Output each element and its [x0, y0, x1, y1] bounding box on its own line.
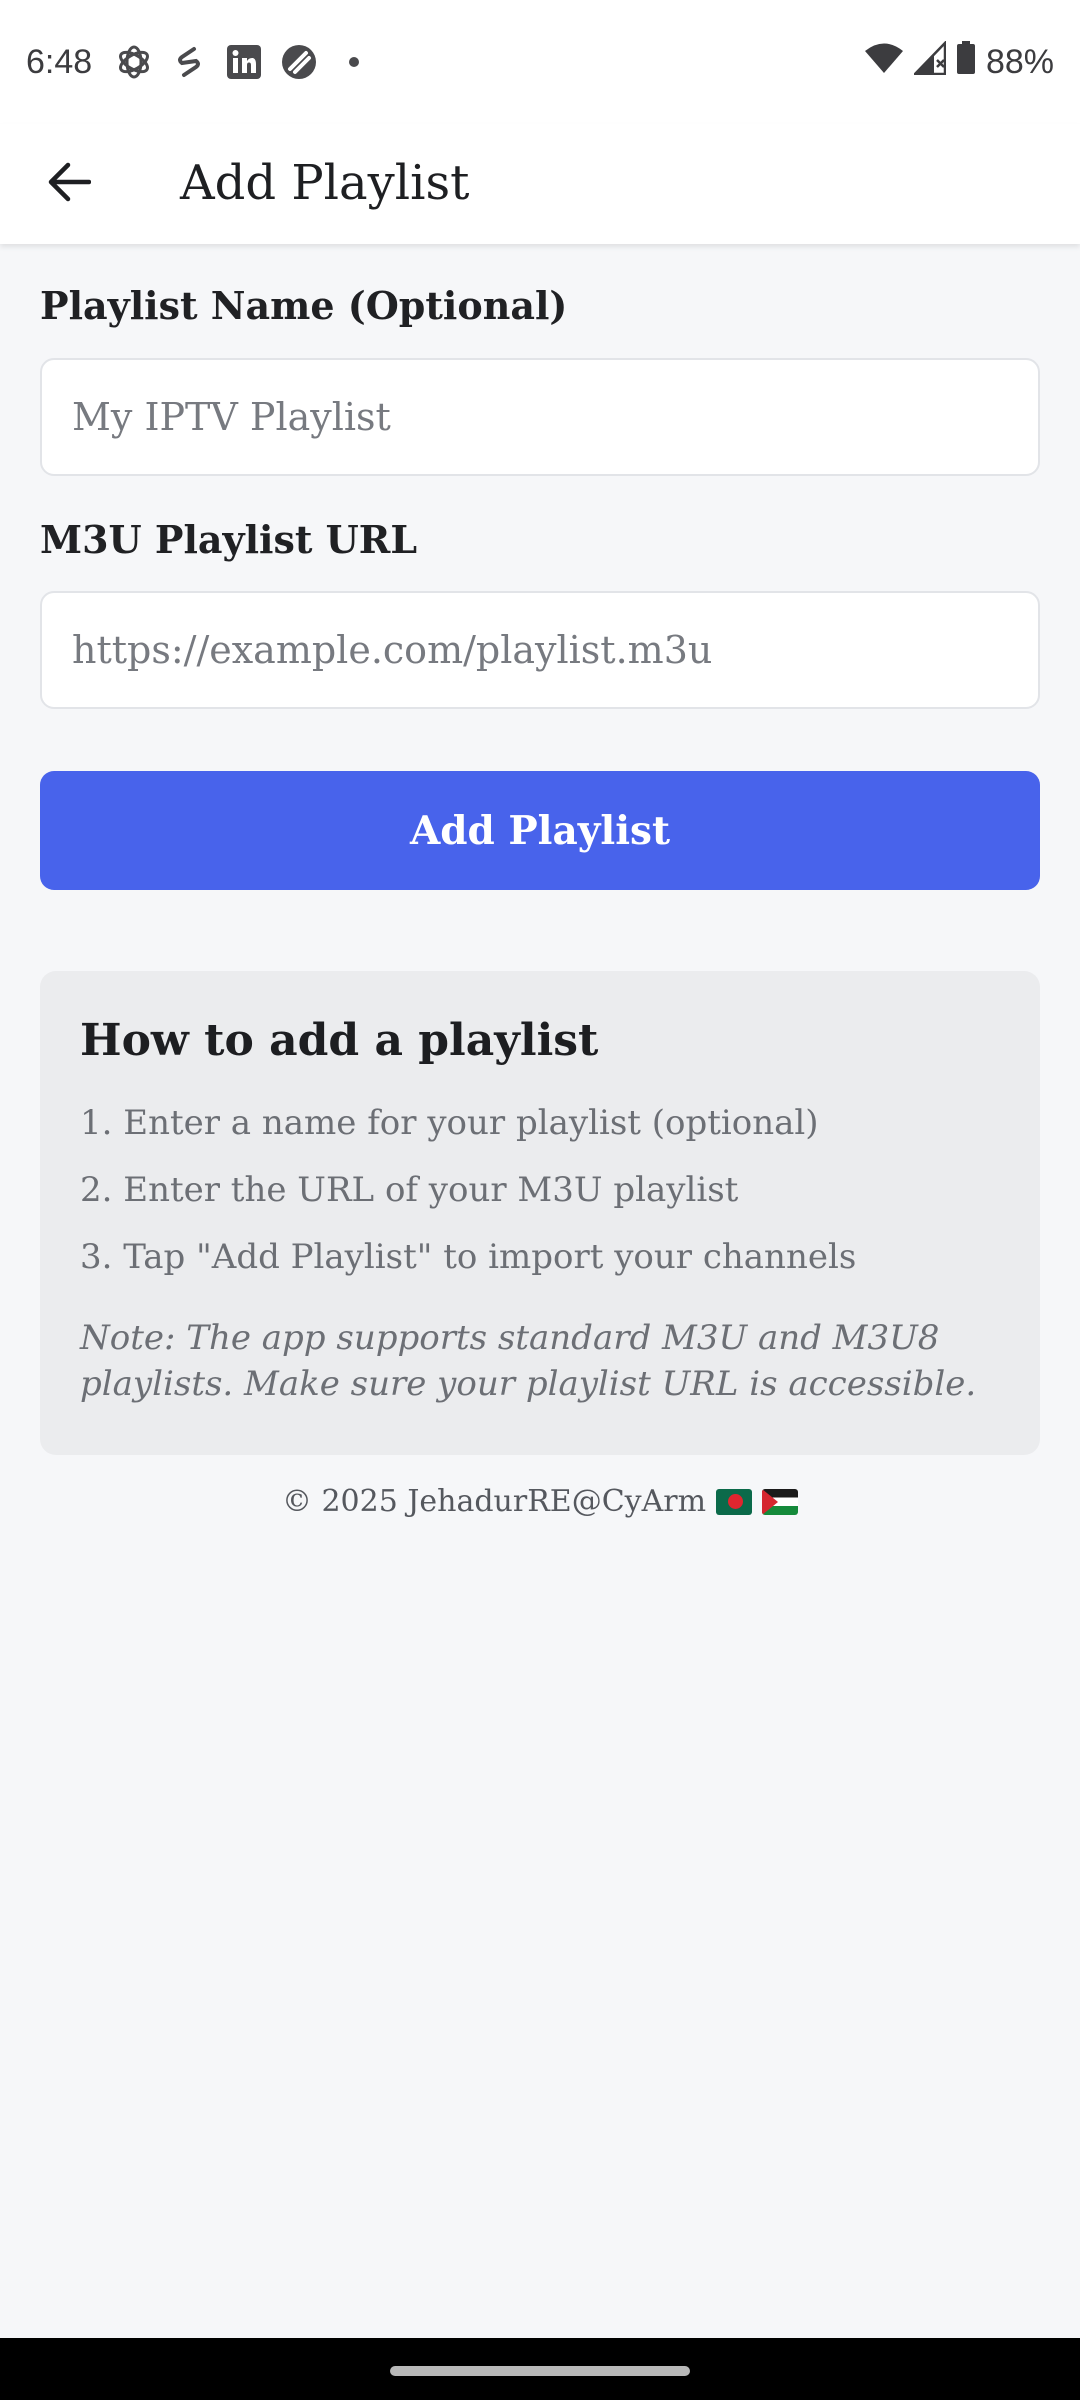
status-left: 6:48 [26, 42, 389, 82]
copyright-text: © 2025 JehadurRE@CyArm [281, 1484, 707, 1519]
dot-icon [334, 42, 374, 82]
playlist-name-input[interactable] [40, 358, 1040, 476]
palestine-flag-icon [762, 1488, 799, 1515]
status-time: 6:48 [26, 42, 93, 81]
instruction-step: 3. Tap "Add Playlist" to import your cha… [80, 1237, 857, 1277]
swirl-app-icon [169, 42, 209, 82]
footer: © 2025 JehadurRE@CyArm [0, 1484, 1080, 1519]
instructions-title: How to add a playlist [80, 1015, 599, 1066]
wifi-icon [864, 42, 904, 83]
cell-signal-icon [911, 39, 947, 84]
system-nav-bar [0, 2338, 1080, 2400]
linkedin-icon [224, 42, 264, 82]
battery-percent: 88% [985, 42, 1054, 81]
openai-icon [114, 42, 154, 82]
status-bar: 6:48 88% [0, 0, 1080, 124]
instruction-step: 2. Enter the URL of your M3U playlist [80, 1170, 739, 1210]
playlist-url-label: M3U Playlist URL [40, 517, 418, 562]
arrow-left-icon [47, 162, 92, 206]
home-gesture-handle[interactable] [390, 2366, 690, 2376]
app-bar: Add Playlist [0, 124, 1080, 244]
add-playlist-button[interactable]: Add Playlist [40, 771, 1040, 890]
bangladesh-flag-icon [716, 1488, 753, 1515]
instructions-note: Note: The app supports standard M3U and … [80, 1318, 977, 1404]
page-title: Add Playlist [180, 155, 470, 211]
instruction-step: 1. Enter a name for your playlist (optio… [80, 1103, 819, 1143]
back-button[interactable] [40, 155, 98, 213]
playlist-name-label: Playlist Name (Optional) [40, 283, 568, 328]
instructions-card: How to add a playlist 1. Enter a name fo… [40, 971, 1040, 1455]
battery-icon [956, 40, 976, 84]
playlist-url-input[interactable] [40, 591, 1040, 709]
status-right: 88% [864, 39, 1054, 84]
brand-app-icon [279, 42, 319, 82]
